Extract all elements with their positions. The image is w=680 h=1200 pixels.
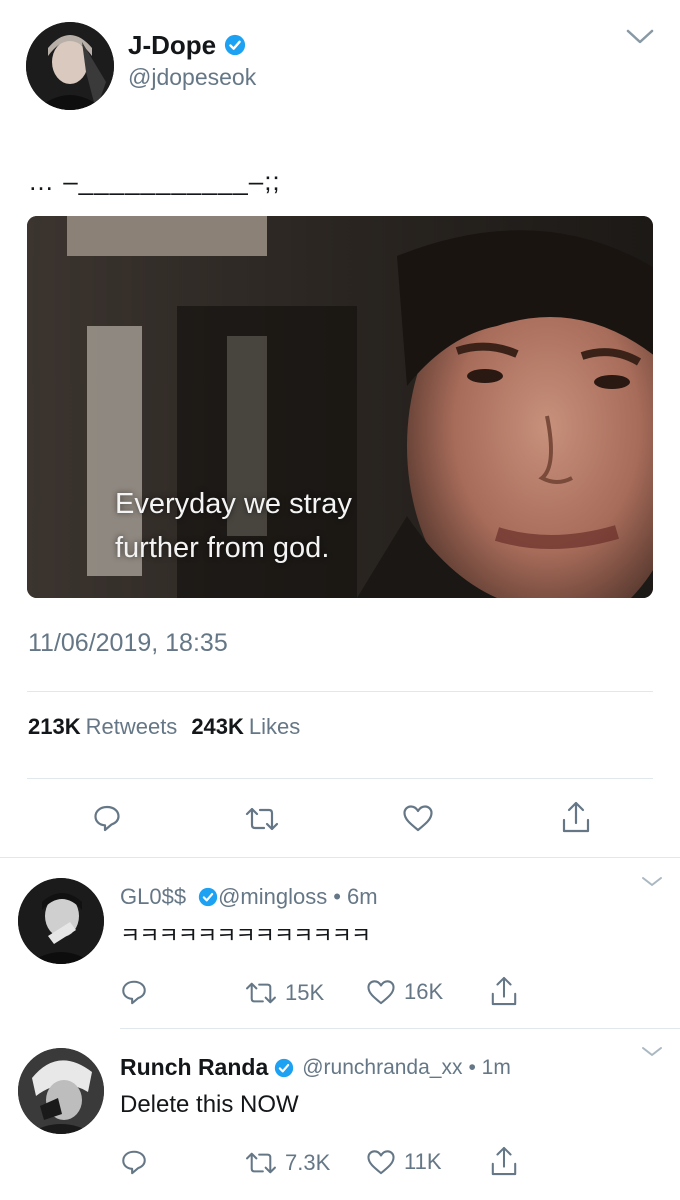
tweet-stats: 213K Retweets 243K Likes (28, 714, 300, 740)
reply-header: Runch Randa @runchranda_xx • 1m (120, 1054, 511, 1081)
reply-avatar[interactable] (18, 878, 104, 964)
reply-button[interactable] (92, 803, 122, 833)
reply-icon (94, 805, 120, 832)
reply-display-name[interactable]: GL0$$ (120, 884, 186, 910)
reply-menu-chevron-icon[interactable] (640, 874, 664, 890)
tweet-menu-chevron-icon[interactable] (625, 26, 655, 48)
retweet-icon (245, 807, 279, 831)
reply-handle[interactable]: @runchranda_xx (302, 1056, 462, 1080)
reply-time[interactable]: • 1m (468, 1056, 510, 1080)
reply-handle[interactable]: @mingloss (218, 884, 327, 910)
reply-icon (122, 980, 146, 1005)
retweet-icon (246, 982, 276, 1004)
meme-caption-line-2: further from god. (115, 532, 330, 564)
author-display-name[interactable]: J-Dope (128, 30, 216, 61)
verified-badge-icon (224, 34, 246, 56)
reply-text: ㅋㅋㅋㅋㅋㅋㅋㅋㅋㅋㅋㅋㅋ (120, 923, 371, 948)
reply-reply-button[interactable] (120, 978, 148, 1006)
heart-icon (403, 805, 433, 832)
author-avatar[interactable] (26, 22, 114, 110)
retweets-stat[interactable]: 213K Retweets (28, 714, 177, 740)
likes-label: Likes (248, 714, 301, 739)
share-icon (562, 801, 590, 833)
like-button[interactable] (402, 804, 434, 832)
retweet-button[interactable] (245, 805, 279, 833)
share-icon (491, 976, 517, 1006)
retweet-icon (246, 1152, 276, 1174)
share-icon (491, 1146, 517, 1176)
tweet-timestamp[interactable]: 11/06/2019, 18:35 (28, 629, 228, 658)
reply-like-button[interactable]: 16K (366, 979, 443, 1005)
reply-reply-button[interactable] (120, 1148, 148, 1176)
heart-icon (367, 980, 395, 1005)
reply-like-button[interactable]: 11K (366, 1149, 442, 1175)
verified-badge-icon (198, 887, 218, 907)
reply-text: Delete this NOW (120, 1091, 299, 1118)
verified-badge-icon (274, 1058, 294, 1078)
divider (27, 778, 653, 779)
likes-count: 243K (191, 714, 244, 739)
reply-avatar-image (18, 878, 104, 964)
author-name-row: J-Dope (128, 28, 246, 62)
reply-avatar-image (18, 1048, 104, 1134)
heart-icon (367, 1150, 395, 1175)
reply-retweet-button[interactable]: 7.3K (245, 1150, 330, 1176)
reply-like-count: 11K (404, 1149, 442, 1174)
meme-caption-line-1: Everyday we stray (115, 488, 352, 520)
reply-avatar[interactable] (18, 1048, 104, 1134)
reply-retweet-count: 7.3K (285, 1150, 331, 1175)
divider (120, 1028, 680, 1029)
retweets-label: Retweets (85, 714, 178, 739)
meme-caption: Everyday we stray further from god. (115, 482, 352, 570)
reply-share-button[interactable] (490, 975, 518, 1007)
reply-share-button[interactable] (490, 1145, 518, 1177)
reply-icon (122, 1150, 146, 1175)
reply-time[interactable]: • 6m (333, 884, 377, 910)
reply-retweet-count: 15K (285, 980, 325, 1005)
divider (0, 857, 680, 858)
reply-retweet-button[interactable]: 15K (245, 980, 324, 1006)
likes-stat[interactable]: 243K Likes (191, 714, 300, 740)
tweet-image[interactable]: Everyday we stray further from god. (27, 216, 653, 598)
reply-menu-chevron-icon[interactable] (640, 1044, 664, 1060)
author-handle[interactable]: @jdopeseok (128, 64, 256, 91)
tweet-text: … –___________–;; (28, 166, 281, 196)
retweets-count: 213K (28, 714, 81, 739)
divider (27, 691, 653, 692)
author-avatar-image (26, 22, 114, 110)
share-button[interactable] (561, 800, 591, 834)
reply-header: GL0$$ @mingloss • 6m (120, 884, 378, 910)
reply-like-count: 16K (404, 979, 444, 1004)
reply-display-name[interactable]: Runch Randa (120, 1054, 268, 1081)
